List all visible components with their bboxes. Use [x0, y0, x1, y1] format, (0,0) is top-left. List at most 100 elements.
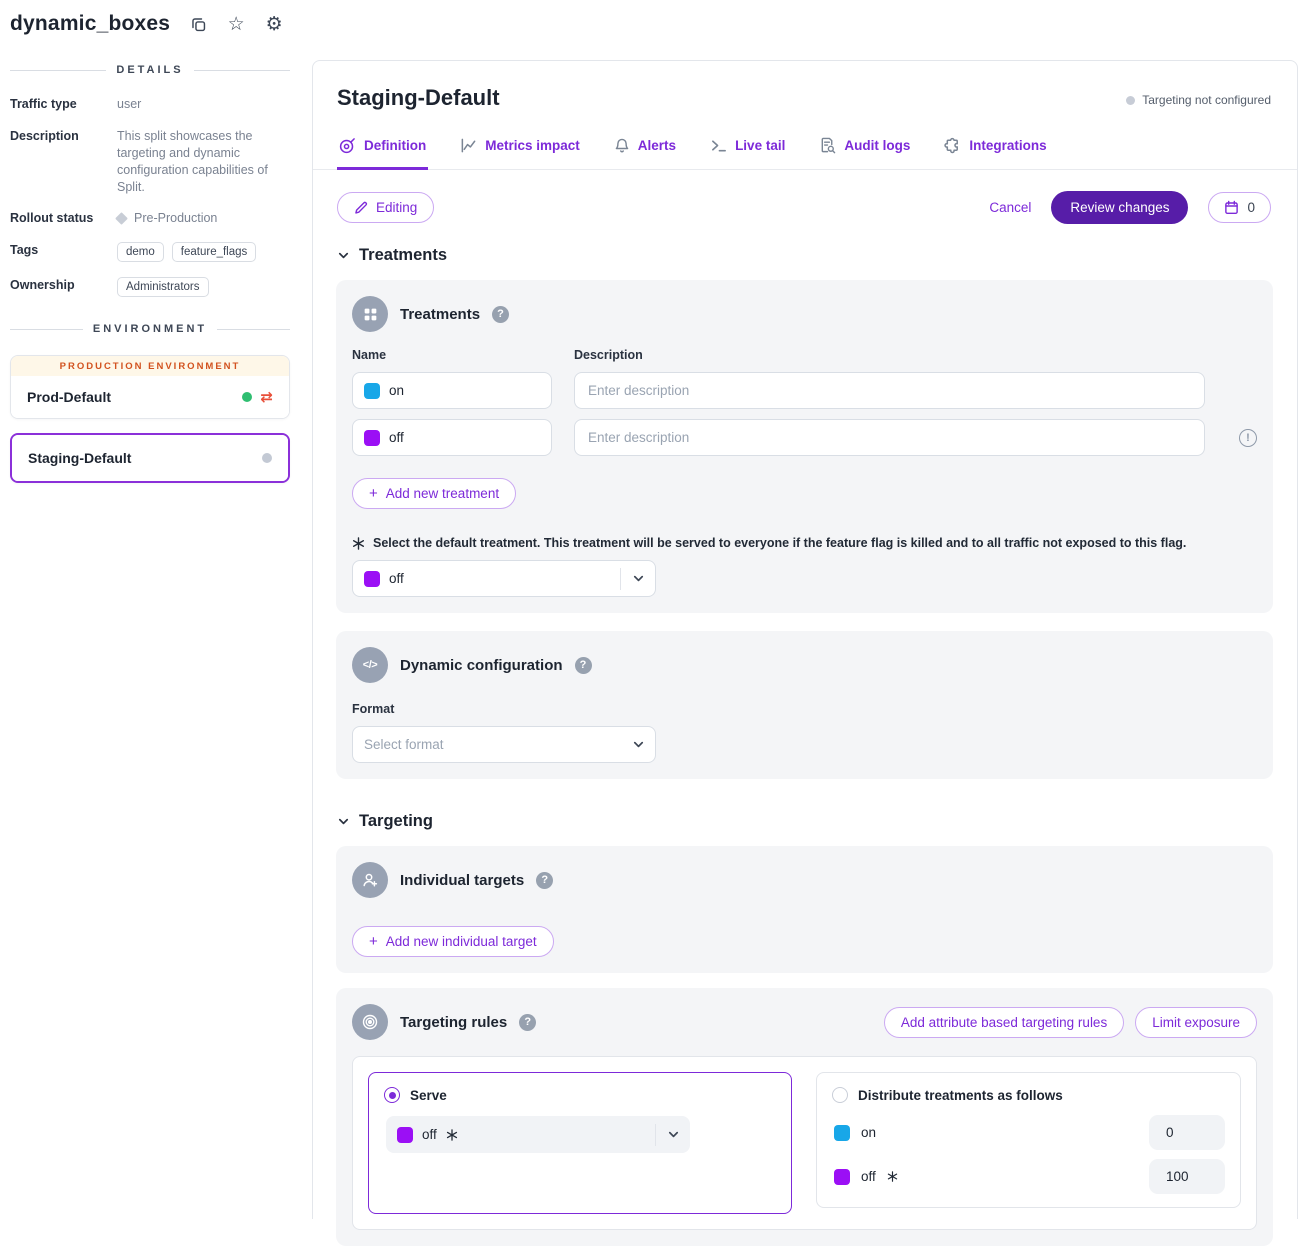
- individual-targets-title: Individual targets: [400, 872, 524, 889]
- settings-gear-icon[interactable]: ⚙: [264, 14, 284, 34]
- details-section-divider: DETAILS: [10, 64, 290, 76]
- treatments-grid-icon: [352, 296, 388, 332]
- distribution-row: on: [832, 1115, 1225, 1150]
- environment-section-label: ENVIRONMENT: [93, 323, 207, 335]
- review-changes-button[interactable]: Review changes: [1051, 191, 1188, 224]
- tab-live-tail[interactable]: Live tail: [708, 135, 787, 170]
- tab-integrations[interactable]: Integrations: [942, 135, 1048, 170]
- tab-audit-logs[interactable]: Audit logs: [817, 135, 912, 170]
- add-attribute-rules-button[interactable]: Add attribute based targeting rules: [884, 1007, 1124, 1038]
- treatment-color-swatch: [364, 383, 380, 399]
- owner-chip[interactable]: Administrators: [117, 277, 209, 297]
- limit-exposure-button[interactable]: Limit exposure: [1135, 1007, 1257, 1038]
- treatments-section-heading[interactable]: Treatments: [313, 246, 1297, 265]
- swap-arrows-icon: ⇄: [260, 390, 273, 405]
- plus-icon: +: [369, 934, 378, 949]
- treatment-color-swatch: [397, 1127, 413, 1143]
- serve-treatment-select[interactable]: off: [386, 1116, 690, 1153]
- help-icon[interactable]: ?: [492, 306, 509, 323]
- tab-metrics-impact[interactable]: Metrics impact: [458, 135, 582, 170]
- cancel-button[interactable]: Cancel: [989, 200, 1031, 215]
- treatments-card-title: Treatments: [400, 306, 480, 323]
- treatment-name-field-on[interactable]: on: [352, 372, 552, 409]
- details-section-label: DETAILS: [116, 64, 183, 76]
- default-treatment-select[interactable]: off: [352, 560, 656, 597]
- editing-button[interactable]: Editing: [337, 192, 434, 223]
- chevron-down-icon: [621, 572, 655, 585]
- rollout-status-diamond-icon: [115, 212, 128, 225]
- format-select[interactable]: Select format: [352, 726, 656, 763]
- dynamic-configuration-card: </> Dynamic configuration ? Format Selec…: [336, 631, 1273, 779]
- treatment-row: off !: [352, 419, 1257, 456]
- help-icon[interactable]: ?: [536, 872, 553, 889]
- sidebar: DETAILS Traffic type user Description Th…: [0, 48, 300, 497]
- audit-log-icon: [819, 137, 836, 154]
- distribution-percent-input-off[interactable]: [1149, 1159, 1225, 1194]
- distribute-option-card[interactable]: Distribute treatments as follows on off: [816, 1072, 1241, 1208]
- pencil-icon: [354, 201, 368, 215]
- add-new-individual-target-button[interactable]: + Add new individual target: [352, 926, 554, 957]
- serve-radio[interactable]: [384, 1087, 400, 1103]
- targeting-rules-title: Targeting rules: [400, 1014, 507, 1031]
- individual-targets-card: Individual targets ? + Add new individua…: [336, 846, 1273, 973]
- terminal-icon: [710, 137, 727, 154]
- ownership-row: Ownership Administrators: [10, 277, 290, 297]
- chevron-down-icon: [337, 249, 350, 262]
- app-header: dynamic_boxes ☆ ⚙: [0, 0, 1305, 36]
- production-environment-banner: PRODUCTION ENVIRONMENT: [11, 356, 289, 376]
- user-plus-icon: [352, 862, 388, 898]
- targeting-rules-card: Targeting rules ? Add attribute based ta…: [336, 988, 1273, 1246]
- environment-card-staging[interactable]: Staging-Default: [10, 433, 290, 483]
- treatment-name-field-off[interactable]: off: [352, 419, 552, 456]
- distribute-radio[interactable]: [832, 1087, 848, 1103]
- environment-section-divider: ENVIRONMENT: [10, 323, 290, 335]
- tab-alerts[interactable]: Alerts: [612, 135, 678, 170]
- default-asterisk-icon: [887, 1171, 898, 1182]
- description-row: Description This split showcases the tar…: [10, 128, 290, 196]
- traffic-type-value: user: [117, 96, 290, 113]
- name-column-header: Name: [352, 348, 552, 362]
- treatment-description-input[interactable]: [574, 372, 1205, 409]
- treatment-description-input[interactable]: [574, 419, 1205, 456]
- chevron-down-icon: [337, 815, 350, 828]
- rollout-status-row: Rollout status Pre-Production: [10, 210, 290, 227]
- format-label: Format: [352, 702, 1257, 716]
- environment-detail-panel: Staging-Default Targeting not configured…: [312, 60, 1298, 1219]
- active-status-dot-icon: [242, 392, 252, 402]
- serve-option-card[interactable]: Serve off: [368, 1072, 792, 1214]
- change-queue-button[interactable]: 0: [1208, 192, 1271, 223]
- help-icon[interactable]: ?: [575, 657, 592, 674]
- tab-bar: Definition Metrics impact Alerts Live ta…: [313, 135, 1297, 170]
- plus-icon: +: [369, 486, 378, 501]
- description-value: This split showcases the targeting and d…: [117, 128, 290, 196]
- description-column-header: Description: [574, 348, 1227, 362]
- distribution-percent-input-on[interactable]: [1149, 1115, 1225, 1150]
- queue-count: 0: [1247, 200, 1255, 215]
- treatment-color-swatch: [364, 571, 380, 587]
- treatment-row: on: [352, 372, 1257, 409]
- treatment-color-swatch: [834, 1169, 850, 1185]
- default-asterisk-icon: [352, 537, 365, 550]
- environment-card-prod[interactable]: PRODUCTION ENVIRONMENT Prod-Default ⇄: [10, 355, 290, 419]
- line-chart-icon: [460, 137, 477, 154]
- page-title: Staging-Default: [337, 85, 500, 111]
- feature-flag-title: dynamic_boxes: [10, 12, 170, 36]
- puzzle-icon: [944, 137, 961, 154]
- info-icon[interactable]: !: [1239, 429, 1257, 447]
- treatment-color-swatch: [834, 1125, 850, 1141]
- bell-icon: [614, 137, 630, 154]
- targeting-status: Targeting not configured: [1126, 93, 1271, 107]
- tag-chip[interactable]: feature_flags: [172, 242, 257, 262]
- target-pencil-icon: [339, 137, 356, 154]
- tags-row: Tags demo feature_flags: [10, 242, 290, 262]
- copy-icon[interactable]: [188, 14, 208, 34]
- tag-chip[interactable]: demo: [117, 242, 164, 262]
- favorite-star-icon[interactable]: ☆: [226, 14, 246, 34]
- default-treatment-note: Select the default treatment. This treat…: [373, 536, 1186, 550]
- help-icon[interactable]: ?: [519, 1014, 536, 1031]
- environment-name: Staging-Default: [28, 450, 131, 466]
- environment-name: Prod-Default: [27, 389, 111, 405]
- targeting-section-heading[interactable]: Targeting: [313, 812, 1297, 831]
- tab-definition[interactable]: Definition: [337, 135, 428, 170]
- add-new-treatment-button[interactable]: + Add new treatment: [352, 478, 516, 509]
